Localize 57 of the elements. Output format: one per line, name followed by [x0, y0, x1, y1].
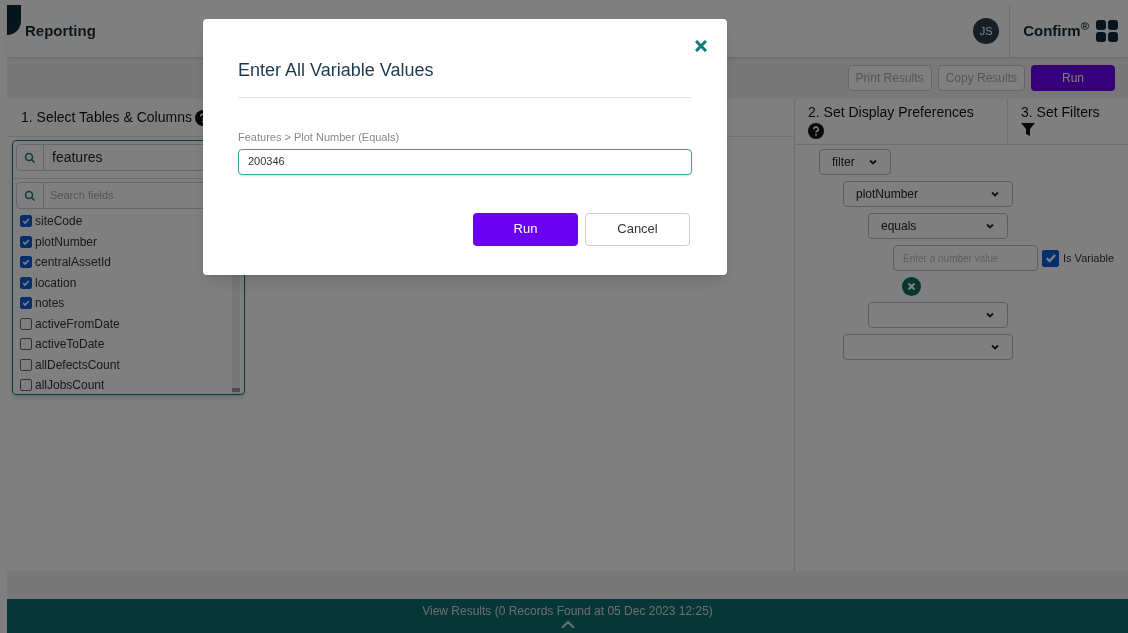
field-label[interactable]: location	[35, 273, 77, 292]
dialog-button[interactable]: Run	[473, 212, 578, 246]
checkbox[interactable]	[1042, 249, 1059, 267]
checkmark-icon	[22, 278, 30, 287]
checkbox[interactable]	[20, 358, 32, 371]
remove-icon[interactable]	[902, 277, 921, 296]
chevron-down-icon	[868, 157, 878, 167]
modal-title: Enter All Variable Values	[238, 59, 435, 82]
panel-tab[interactable]: 3. Set Filters	[1008, 99, 1128, 144]
chevron-down-icon	[990, 342, 1000, 352]
panel-tab[interactable]: 2. Set Display Preferences	[795, 99, 1008, 144]
checkbox[interactable]	[20, 215, 32, 228]
chevron-down-icon	[985, 310, 995, 320]
field-label[interactable]: centralAssetId	[35, 253, 112, 272]
variable-value-field[interactable]: 200346	[238, 148, 692, 175]
checkbox[interactable]	[20, 235, 32, 248]
checkmark-icon	[22, 217, 30, 226]
search-icon	[24, 189, 36, 202]
checkmark-icon	[22, 237, 30, 246]
checkmark-icon	[1044, 252, 1057, 264]
user-avatar[interactable]: JS	[973, 18, 1000, 44]
field-label[interactable]: plotNumber	[35, 232, 98, 251]
results-bar[interactable]: View Results (0 Records Found at 05 Dec 2023 12:25)	[7, 599, 1128, 633]
checkbox[interactable]	[20, 338, 32, 351]
apps-grid-icon[interactable]	[1096, 20, 1118, 42]
corner-decoration	[7, 5, 21, 35]
help-icon	[808, 123, 824, 139]
chevron-down-icon	[985, 221, 995, 231]
field-label[interactable]: siteCode	[35, 212, 83, 231]
brand-name: Confirm$^{®}$	[1023, 19, 1089, 41]
search-icon	[24, 151, 36, 164]
group-operator-select[interactable]: filter	[819, 149, 891, 175]
checkmark-icon	[22, 258, 30, 267]
field-label[interactable]: allDefectsCount	[35, 355, 120, 374]
field-select[interactable]: plotNumber	[843, 181, 1013, 207]
checkbox[interactable]	[20, 297, 32, 310]
checkbox[interactable]	[20, 317, 32, 330]
chevron-down-icon	[990, 189, 1000, 199]
operator-select[interactable]: equals	[868, 213, 1008, 239]
results-summary[interactable]: View Results (0 Records Found at 05 Dec 2023 12:25)	[422, 602, 713, 620]
panel-title: 1. Select Tables & Columns	[21, 108, 192, 127]
chevron-up-icon[interactable]	[559, 620, 576, 628]
page-title: Reporting	[25, 20, 96, 41]
dialog-button[interactable]: Cancel	[585, 212, 690, 246]
is-variable-label[interactable]: Is Variable	[1063, 249, 1115, 267]
field-label[interactable]: activeToDate	[35, 335, 105, 354]
checkbox[interactable]	[20, 379, 32, 392]
toolbar-button[interactable]: Run	[1031, 65, 1115, 91]
field-label[interactable]: notes	[35, 294, 65, 313]
field-label: Features > Plot Number (Equals)	[238, 130, 401, 145]
filter-icon	[1021, 123, 1035, 136]
checkbox[interactable]	[20, 276, 32, 289]
field-label[interactable]: allJobsCount	[35, 376, 105, 394]
checkmark-icon	[22, 299, 30, 308]
field-label[interactable]: activeFromDate	[35, 314, 120, 333]
checkbox[interactable]	[20, 256, 32, 269]
close-icon[interactable]	[695, 40, 707, 52]
